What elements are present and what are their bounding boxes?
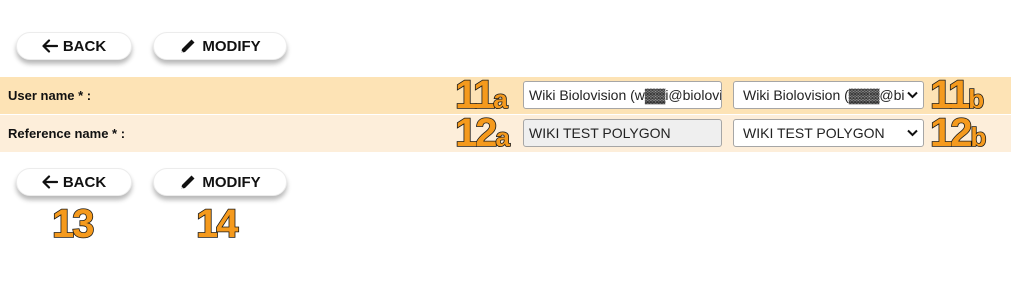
back-button-bottom[interactable]: BACK [16, 168, 132, 196]
arrow-left-icon [42, 39, 58, 53]
user-name-input[interactable]: Wiki Biolovision (w▓▓i@biolovis [523, 81, 722, 109]
reference-name-label: Reference name * : [8, 126, 126, 141]
reference-name-input[interactable]: WIKI TEST POLYGON [523, 119, 722, 147]
arrow-left-icon [42, 175, 58, 189]
back-button-label: BACK [62, 37, 107, 55]
annotation-13: 13 [51, 202, 95, 246]
reference-name-select-value: WIKI TEST POLYGON [743, 125, 885, 141]
chevron-down-icon [907, 91, 918, 99]
annotation-14: 14 [195, 202, 239, 246]
user-name-select-value: Wiki Biolovision (▓▓▓@bi [743, 87, 905, 103]
annotation-12b: 12b [929, 111, 987, 155]
user-name-label: User name * : [8, 88, 92, 103]
modify-button-label: MODIFY [202, 173, 261, 191]
pencil-icon [181, 39, 195, 53]
pencil-icon [181, 175, 195, 189]
back-button-label: BACK [62, 173, 107, 191]
modify-button-top[interactable]: MODIFY [153, 32, 287, 60]
back-button-top[interactable]: BACK [16, 32, 132, 60]
modify-button-bottom[interactable]: MODIFY [153, 168, 287, 196]
modify-button-label: MODIFY [202, 37, 261, 55]
chevron-down-icon [907, 129, 918, 137]
user-name-select[interactable]: Wiki Biolovision (▓▓▓@bi [733, 81, 924, 109]
reference-name-select[interactable]: WIKI TEST POLYGON [733, 119, 924, 147]
annotation-12a: 12a [454, 111, 511, 155]
annotation-11b: 11b [929, 73, 985, 117]
annotation-11a: 11a [454, 73, 508, 117]
